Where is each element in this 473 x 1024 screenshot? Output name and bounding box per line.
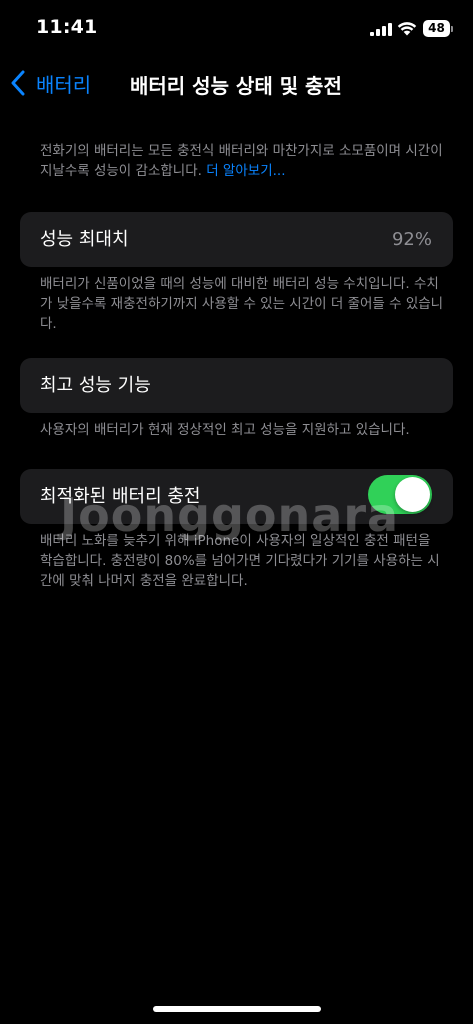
back-button[interactable]: 배터리 <box>10 68 91 98</box>
optimized-charging-row: 최적화된 배터리 충전 <box>20 469 453 524</box>
max-capacity-label: 성능 최대치 <box>40 229 129 250</box>
optimized-charging-footer: 배터리 노화를 늦추기 위해 iPhone이 사용자의 일상적인 충전 패턴을 … <box>40 533 440 589</box>
learn-more-link[interactable]: 더 알아보기... <box>206 163 285 179</box>
battery-icon: 48 <box>423 20 454 37</box>
optimized-charging-label: 최적화된 배터리 충전 <box>40 486 201 507</box>
max-capacity-footer: 배터리가 신품이었을 때의 성능에 대비한 배터리 성능 수치입니다. 수치가 … <box>40 276 444 332</box>
peak-performance-footer: 사용자의 배터리가 현재 정상적인 최고 성능을 지원하고 있습니다. <box>40 422 410 438</box>
signal-icon <box>370 23 392 36</box>
max-capacity-value: 92% <box>391 229 432 250</box>
chevron-left-icon <box>11 70 25 96</box>
toggle-knob <box>395 477 430 512</box>
home-indicator[interactable] <box>153 1006 321 1012</box>
peak-performance-label: 최고 성능 기능 <box>40 375 151 396</box>
battery-level: 48 <box>428 21 445 35</box>
peak-performance-row: 최고 성능 기능 <box>20 358 453 413</box>
back-label: 배터리 <box>36 72 92 97</box>
optimized-charging-toggle[interactable] <box>368 475 432 514</box>
wifi-icon <box>397 22 417 36</box>
intro-text: 전화기의 배터리는 모든 충전식 배터리와 마찬가지로 소모품이며 시간이 지날… <box>40 141 445 181</box>
status-time: 11:41 <box>36 16 98 38</box>
page-title: 배터리 성능 상태 및 충전 <box>130 74 342 98</box>
max-capacity-row: 성능 최대치 92% <box>20 212 453 267</box>
navigation-bar: 배터리 배터리 성능 상태 및 충전 <box>0 60 473 106</box>
status-bar: 11:41 48 <box>0 0 473 56</box>
